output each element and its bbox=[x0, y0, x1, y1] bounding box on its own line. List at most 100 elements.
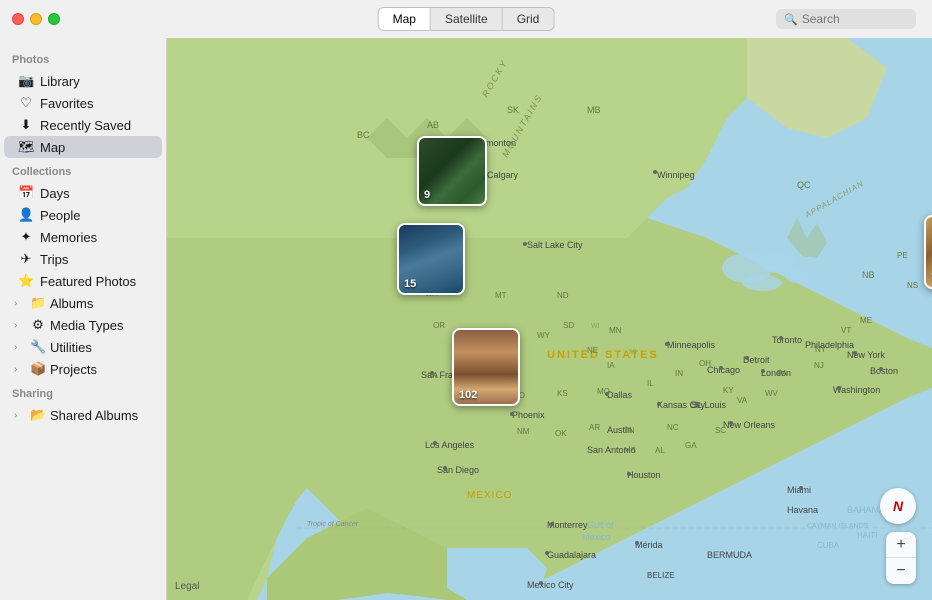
svg-text:IA: IA bbox=[607, 361, 615, 370]
tab-satellite[interactable]: Satellite bbox=[431, 7, 503, 31]
svg-text:Havana: Havana bbox=[787, 505, 818, 515]
days-icon: 📅 bbox=[18, 185, 34, 201]
svg-text:CAYMAN ISLANDS: CAYMAN ISLANDS bbox=[807, 523, 869, 530]
close-button[interactable] bbox=[12, 13, 24, 25]
view-tabs: Map Satellite Grid bbox=[378, 7, 555, 31]
sidebar-item-trips[interactable]: ✈ Trips bbox=[4, 248, 162, 270]
photo-pin-east[interactable]: 7 bbox=[924, 215, 932, 289]
photo-pin-sf[interactable]: 102 bbox=[452, 328, 520, 406]
svg-text:AB: AB bbox=[427, 120, 439, 130]
svg-text:SD: SD bbox=[563, 321, 574, 330]
svg-text:OH: OH bbox=[699, 359, 711, 368]
svg-text:MS: MS bbox=[624, 446, 636, 455]
svg-text:KS: KS bbox=[557, 389, 568, 398]
svg-text:ND: ND bbox=[557, 291, 569, 300]
svg-text:Toronto: Toronto bbox=[772, 335, 802, 345]
sidebar-item-recently-saved[interactable]: ⬇ Recently Saved bbox=[4, 114, 162, 136]
traffic-lights bbox=[12, 13, 60, 25]
title-bar: Map Satellite Grid 🔍 bbox=[0, 0, 932, 38]
photo-pin-bc[interactable]: 9 bbox=[417, 136, 487, 206]
search-bar[interactable]: 🔍 bbox=[776, 9, 916, 29]
library-icon: 📷 bbox=[18, 73, 34, 89]
svg-text:Los Angeles: Los Angeles bbox=[425, 440, 475, 450]
svg-text:NM: NM bbox=[517, 427, 530, 436]
sidebar-item-map[interactable]: 🗺 Map bbox=[4, 136, 162, 158]
zoom-out-button[interactable]: − bbox=[886, 558, 916, 584]
recently-saved-icon: ⬇ bbox=[18, 117, 34, 133]
svg-text:MO: MO bbox=[597, 387, 610, 396]
utilities-chevron-icon: › bbox=[14, 342, 26, 353]
sidebar-label-people: People bbox=[40, 208, 80, 223]
map-view[interactable]: ROCKY MOUNTAINS APPALACHIAN UNITED STATE… bbox=[167, 38, 932, 600]
sidebar-item-people[interactable]: 👤 People bbox=[4, 204, 162, 226]
svg-text:AL: AL bbox=[655, 446, 665, 455]
albums-chevron-icon: › bbox=[14, 298, 26, 309]
svg-text:AR: AR bbox=[589, 423, 600, 432]
svg-text:WV: WV bbox=[765, 389, 779, 398]
projects-chevron-icon: › bbox=[14, 364, 26, 375]
search-icon: 🔍 bbox=[784, 13, 798, 26]
svg-text:MI: MI bbox=[629, 349, 637, 356]
sidebar-item-media-types[interactable]: › ⚙ Media Types bbox=[4, 314, 162, 336]
svg-text:MN: MN bbox=[609, 326, 622, 335]
minimize-button[interactable] bbox=[30, 13, 42, 25]
map-background: ROCKY MOUNTAINS APPALACHIAN UNITED STATE… bbox=[167, 38, 932, 600]
svg-text:PE: PE bbox=[897, 251, 908, 260]
svg-text:New York: New York bbox=[847, 350, 886, 360]
zoom-in-button[interactable]: + bbox=[886, 532, 916, 558]
zoom-controls: + − bbox=[886, 532, 916, 584]
shared-albums-icon: 📂 bbox=[30, 407, 46, 423]
sidebar-item-favorites[interactable]: ♡ Favorites bbox=[4, 92, 162, 114]
pin-count-sf: 102 bbox=[459, 389, 477, 401]
compass-label: N bbox=[893, 498, 903, 514]
map-icon: 🗺 bbox=[18, 139, 34, 155]
svg-text:TN: TN bbox=[624, 426, 635, 435]
svg-text:Mexico: Mexico bbox=[582, 532, 611, 542]
svg-text:Minneapolis: Minneapolis bbox=[667, 340, 716, 350]
tab-map[interactable]: Map bbox=[378, 7, 431, 31]
sidebar-item-utilities[interactable]: › 🔧 Utilities bbox=[4, 336, 162, 358]
tab-grid[interactable]: Grid bbox=[503, 7, 555, 31]
svg-text:Winnipeg: Winnipeg bbox=[657, 170, 695, 180]
photo-pin-wa[interactable]: 15 bbox=[397, 223, 465, 295]
sidebar-item-featured-photos[interactable]: ⭐ Featured Photos bbox=[4, 270, 162, 292]
sharing-section-label: Sharing bbox=[0, 380, 166, 404]
sidebar-item-library[interactable]: 📷 Library bbox=[4, 70, 162, 92]
featured-photos-icon: ⭐ bbox=[18, 273, 34, 289]
svg-text:ME: ME bbox=[860, 316, 872, 325]
svg-text:NB: NB bbox=[862, 270, 875, 280]
sidebar-item-memories[interactable]: ✦ Memories bbox=[4, 226, 162, 248]
projects-icon: 📦 bbox=[30, 361, 46, 377]
svg-text:Calgary: Calgary bbox=[487, 170, 519, 180]
sidebar-label-projects: Projects bbox=[50, 362, 97, 377]
search-input[interactable] bbox=[802, 12, 902, 26]
sidebar-label-media-types: Media Types bbox=[50, 318, 123, 333]
svg-text:San Diego: San Diego bbox=[437, 465, 479, 475]
legal-link[interactable]: Legal bbox=[175, 581, 199, 592]
svg-text:VT: VT bbox=[841, 326, 851, 335]
sidebar-item-albums[interactable]: › 📁 Albums bbox=[4, 292, 162, 314]
svg-text:Tropic of Cancer: Tropic of Cancer bbox=[307, 521, 359, 528]
svg-text:BC: BC bbox=[357, 130, 370, 140]
sidebar-item-shared-albums[interactable]: › 📂 Shared Albums bbox=[4, 404, 162, 426]
svg-text:BELIZE: BELIZE bbox=[647, 571, 675, 580]
sidebar-label-shared-albums: Shared Albums bbox=[50, 408, 138, 423]
maximize-button[interactable] bbox=[48, 13, 60, 25]
people-icon: 👤 bbox=[18, 207, 34, 223]
sidebar-item-days[interactable]: 📅 Days bbox=[4, 182, 162, 204]
sidebar-label-favorites: Favorites bbox=[40, 96, 93, 111]
svg-text:Houston: Houston bbox=[627, 470, 661, 480]
svg-text:CA: CA bbox=[427, 371, 439, 380]
photos-section-label: Photos bbox=[0, 46, 166, 70]
svg-text:MB: MB bbox=[587, 105, 601, 115]
svg-text:NJ: NJ bbox=[814, 361, 824, 370]
svg-text:KY: KY bbox=[723, 386, 734, 395]
svg-text:PA: PA bbox=[777, 369, 788, 378]
svg-text:NE: NE bbox=[587, 346, 598, 355]
sidebar-item-projects[interactable]: › 📦 Projects bbox=[4, 358, 162, 380]
sidebar-label-albums: Albums bbox=[50, 296, 93, 311]
shared-albums-chevron-icon: › bbox=[14, 410, 26, 421]
svg-text:IN: IN bbox=[675, 369, 683, 378]
sidebar-label-featured-photos: Featured Photos bbox=[40, 274, 136, 289]
trips-icon: ✈ bbox=[18, 251, 34, 267]
